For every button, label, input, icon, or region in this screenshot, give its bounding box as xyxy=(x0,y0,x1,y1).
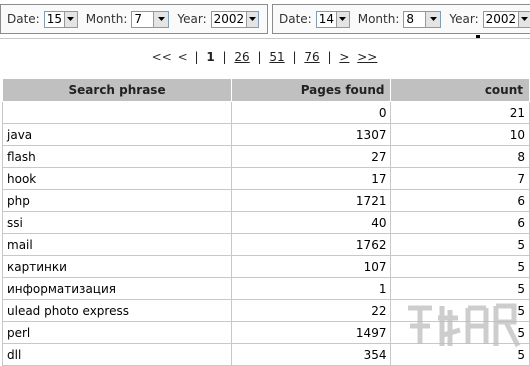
table-row: hook 17 7 xyxy=(1,167,530,190)
column-header-count[interactable]: count xyxy=(390,78,530,102)
start-year-value: 2002 xyxy=(213,11,245,26)
pager-separator: | xyxy=(194,50,199,64)
pages-cell: 1 xyxy=(231,277,392,300)
phrase-cell: картинки xyxy=(1,255,233,278)
page-link[interactable]: 26 xyxy=(234,50,249,64)
search-phrases-table: Search phrase Pages found count 0 21 jav… xyxy=(1,78,530,366)
table-header-row: Search phrase Pages found count xyxy=(1,78,530,102)
prev-page-link[interactable]: < xyxy=(178,50,188,64)
count-cell: 5 xyxy=(390,299,530,322)
count-cell: 7 xyxy=(390,167,530,190)
first-page-link[interactable]: << xyxy=(152,50,172,64)
year-label: Year: xyxy=(449,12,479,26)
phrase-cell: dll xyxy=(1,343,233,366)
pager-separator: | xyxy=(257,50,262,64)
table-row: php 1721 6 xyxy=(1,189,530,212)
pages-cell: 27 xyxy=(231,145,392,168)
end-month-select[interactable]: 8 xyxy=(403,10,442,28)
phrase-cell: информатизация xyxy=(1,277,233,300)
pages-cell: 0 xyxy=(231,101,392,124)
start-date-value: 15 xyxy=(46,11,63,26)
pages-cell: 107 xyxy=(231,255,392,278)
table-row: perl 1497 5 xyxy=(1,321,530,344)
count-cell: 5 xyxy=(390,343,530,366)
column-header-search-phrase[interactable]: Search phrase xyxy=(1,78,233,102)
pages-cell: 354 xyxy=(231,343,392,366)
phrase-cell: ulead photo express xyxy=(1,299,233,322)
pager-separator: | xyxy=(222,50,227,64)
phrase-cell: mail xyxy=(1,233,233,256)
phrase-cell: perl xyxy=(1,321,233,344)
chevron-down-icon[interactable] xyxy=(246,11,258,27)
table-row: java 1307 10 xyxy=(1,123,530,146)
next-page-link[interactable]: > xyxy=(339,50,349,64)
date-label: Date: xyxy=(7,12,40,26)
table-row: ulead photo express 22 5 xyxy=(1,299,530,322)
year-label: Year: xyxy=(177,12,207,26)
end-year-value: 2002 xyxy=(485,11,517,26)
start-month-select[interactable]: 7 xyxy=(131,10,170,28)
end-date-value: 14 xyxy=(318,11,335,26)
table-row: dll 354 5 xyxy=(1,343,530,366)
chevron-down-icon[interactable] xyxy=(64,11,77,27)
end-year-select[interactable]: 2002 xyxy=(482,10,530,28)
phrase-cell: hook xyxy=(1,167,233,190)
start-month-value: 7 xyxy=(134,11,143,26)
pages-cell: 22 xyxy=(231,299,392,322)
count-cell: 5 xyxy=(390,321,530,344)
count-cell: 5 xyxy=(390,233,530,256)
count-cell: 8 xyxy=(390,145,530,168)
chevron-down-icon[interactable] xyxy=(425,11,441,27)
pages-cell: 1762 xyxy=(231,233,392,256)
phrase-cell xyxy=(1,101,233,124)
month-label: Month: xyxy=(85,12,128,26)
pager-separator: | xyxy=(292,50,297,64)
column-header-pages-found[interactable]: Pages found xyxy=(231,78,392,102)
divider xyxy=(0,38,530,39)
count-cell: 6 xyxy=(390,211,530,234)
pager-separator: | xyxy=(327,50,332,64)
pages-cell: 1307 xyxy=(231,123,392,146)
phrase-cell: flash xyxy=(1,145,233,168)
phrase-cell: ssi xyxy=(1,211,233,234)
page-link[interactable]: 51 xyxy=(269,50,284,64)
end-date-group: Date: 14 Month: 8 Year: 2002 xyxy=(272,4,530,34)
current-page: 1 xyxy=(206,50,215,64)
count-cell: 5 xyxy=(390,255,530,278)
chevron-down-icon[interactable] xyxy=(153,11,169,27)
count-cell: 6 xyxy=(390,189,530,212)
chevron-down-icon[interactable] xyxy=(518,11,530,27)
start-date-select[interactable]: 15 xyxy=(43,10,78,28)
phrase-cell: java xyxy=(1,123,233,146)
pages-cell: 1721 xyxy=(231,189,392,212)
count-cell: 21 xyxy=(390,101,530,124)
date-filter-bar: Date: 15 Month: 7 Year: 2002 Date: 14 Mo… xyxy=(0,0,530,39)
end-date-select[interactable]: 14 xyxy=(315,10,350,28)
end-month-value: 8 xyxy=(406,11,415,26)
table-row: ssi 40 6 xyxy=(1,211,530,234)
pages-cell: 1497 xyxy=(231,321,392,344)
chevron-down-icon[interactable] xyxy=(336,11,349,27)
table-row: информатизация 1 5 xyxy=(1,277,530,300)
pages-cell: 17 xyxy=(231,167,392,190)
count-cell: 10 xyxy=(390,123,530,146)
month-label: Month: xyxy=(357,12,400,26)
phrase-cell: php xyxy=(1,189,233,212)
count-cell: 5 xyxy=(390,277,530,300)
start-year-select[interactable]: 2002 xyxy=(210,10,259,28)
start-date-group: Date: 15 Month: 7 Year: 2002 xyxy=(0,4,268,34)
table-row: mail 1762 5 xyxy=(1,233,530,256)
table-row: flash 27 8 xyxy=(1,145,530,168)
date-label: Date: xyxy=(279,12,312,26)
last-page-link[interactable]: >> xyxy=(357,50,377,64)
pages-cell: 40 xyxy=(231,211,392,234)
table-row: картинки 107 5 xyxy=(1,255,530,278)
table-row: 0 21 xyxy=(1,101,530,124)
page-link[interactable]: 76 xyxy=(304,50,319,64)
pagination: << < | 1 | 26 | 51 | 76 | > >> xyxy=(0,50,530,64)
